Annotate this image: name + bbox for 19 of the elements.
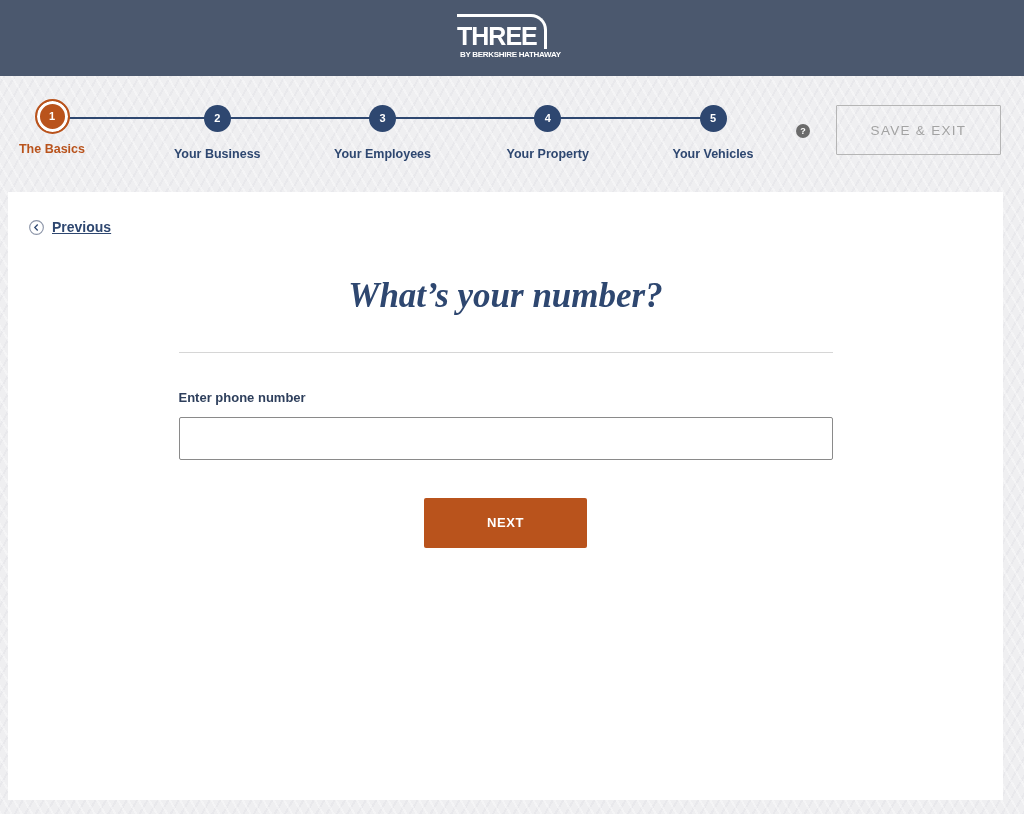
field-label: Enter phone number — [178, 389, 306, 406]
step-marker: 2 — [203, 104, 231, 132]
next-button[interactable]: NEXT — [424, 497, 587, 548]
phone-number-field[interactable] — [178, 416, 833, 460]
step-label: Your Employees — [334, 146, 431, 162]
help-icon[interactable]: ? — [796, 124, 810, 138]
step-marker: 1 — [34, 98, 70, 134]
chevron-left-icon — [29, 219, 44, 235]
step-label: Your Business — [173, 146, 261, 162]
step-marker: 5 — [699, 104, 727, 132]
step-marker: 3 — [369, 104, 396, 132]
previous-link[interactable]: Previous — [29, 219, 112, 235]
step-label: Your Property — [506, 146, 589, 162]
logo-wordmark: THREE — [457, 14, 547, 49]
step-marker: 4 — [534, 104, 562, 132]
question-title: What’s your number? — [347, 274, 664, 317]
step-label: The Basics — [19, 141, 85, 157]
step-label: Your Vehicles — [672, 146, 754, 162]
logo-tagline: BY BERKSHIRE HATHAWAY — [460, 50, 561, 60]
